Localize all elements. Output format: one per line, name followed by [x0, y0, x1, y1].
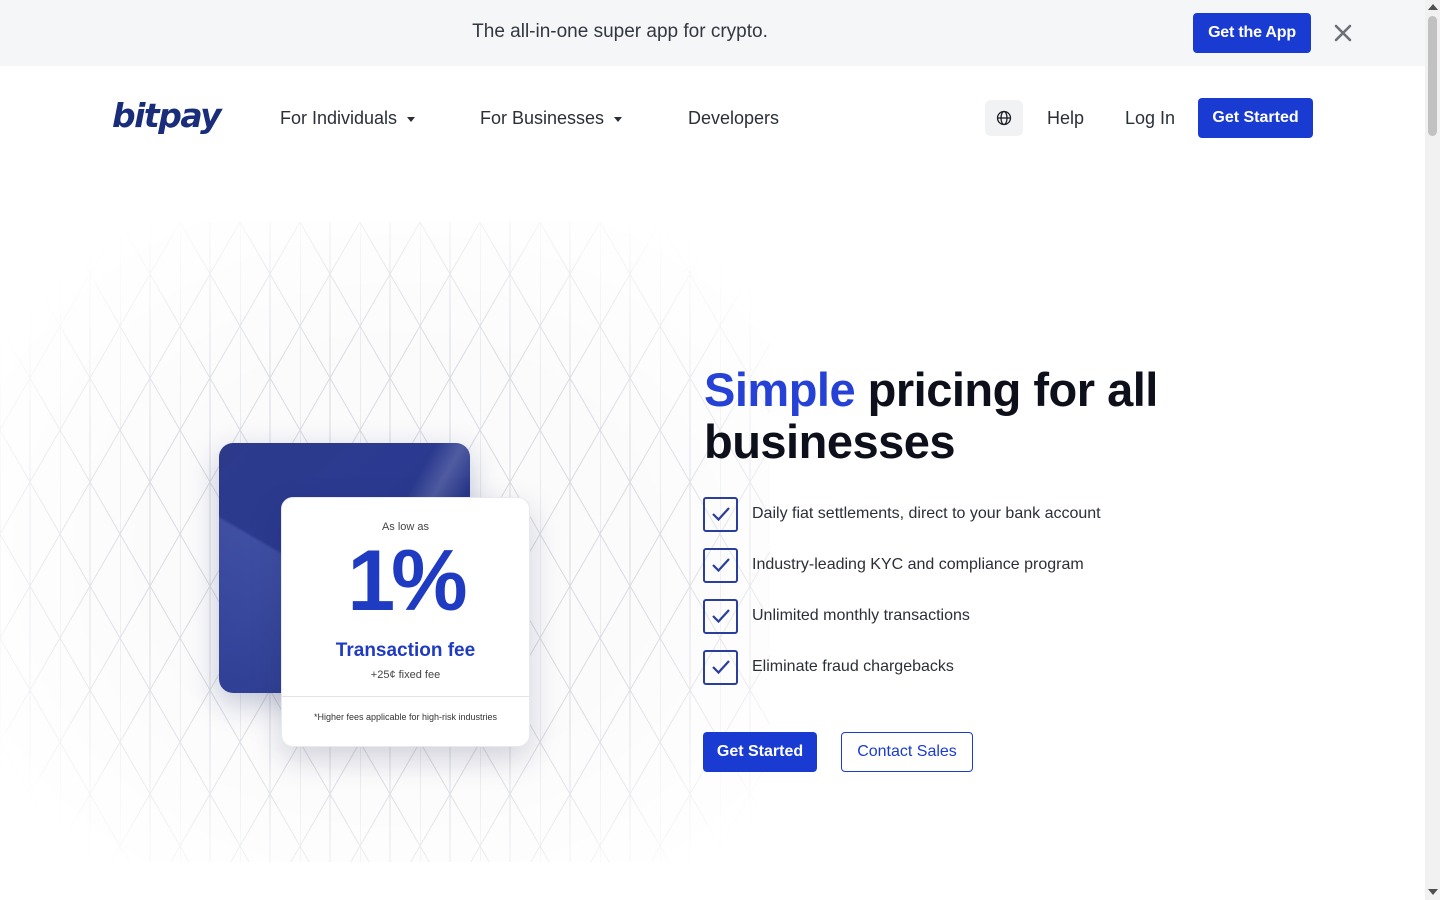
get-the-app-button[interactable]: Get the App [1193, 13, 1311, 53]
pricing-title: Transaction fee [335, 640, 476, 661]
list-item: Eliminate fraud chargebacks [703, 649, 1203, 685]
main-nav: bitpay For Individuals For Businesses De… [0, 66, 1425, 170]
nav-item-label: For Businesses [480, 108, 605, 128]
scroll-up-arrow-icon[interactable] [1428, 4, 1438, 10]
list-item: Unlimited monthly transactions [703, 598, 1203, 634]
checkmark-icon [703, 496, 738, 532]
promo-banner: The all-in-one super app for crypto. Get… [0, 0, 1425, 66]
nav-item-label: For Individuals [280, 108, 398, 128]
caret-down-icon [614, 117, 623, 122]
help-link[interactable]: Help [1047, 108, 1084, 129]
pricing-subtitle: +25¢ fixed fee [370, 669, 441, 681]
bitpay-logo[interactable]: bitpay [112, 96, 222, 135]
promo-text: The all-in-one super app for crypto. [472, 21, 768, 42]
feature-text: Unlimited monthly transactions [752, 607, 970, 624]
globe-icon [996, 110, 1012, 126]
pricing-card: As low as 1% Transaction fee +25¢ fixed … [281, 497, 530, 747]
checkmark-icon [703, 649, 738, 685]
hero-get-started-button[interactable]: Get Started [703, 732, 817, 772]
nav-item-label: Developers [688, 108, 780, 128]
page-scrollbar[interactable] [1425, 0, 1440, 900]
language-button[interactable] [985, 100, 1023, 136]
scroll-down-arrow-icon[interactable] [1428, 889, 1438, 895]
nav-item-for-individuals[interactable]: For Individuals [280, 108, 416, 129]
nav-get-started-button[interactable]: Get Started [1198, 98, 1313, 138]
feature-text: Daily fiat settlements, direct to your b… [752, 505, 1101, 522]
divider [282, 696, 529, 697]
hero-title: Simple pricing for all businesses [704, 364, 1224, 468]
feature-text: Eliminate fraud chargebacks [752, 658, 954, 675]
login-link[interactable]: Log In [1125, 108, 1175, 129]
checkmark-icon [703, 598, 738, 634]
nav-item-developers[interactable]: Developers [688, 108, 779, 129]
scrollbar-thumb[interactable] [1428, 16, 1437, 136]
close-icon[interactable] [1330, 20, 1356, 46]
pricing-note: *Higher fees applicable for high-risk in… [313, 712, 498, 722]
pricing-rate: 1% [347, 533, 467, 629]
pricing-eyebrow: As low as [381, 521, 430, 533]
contact-sales-button[interactable]: Contact Sales [841, 732, 973, 772]
feature-text: Industry-leading KYC and compliance prog… [752, 556, 1084, 573]
list-item: Industry-leading KYC and compliance prog… [703, 547, 1203, 583]
list-item: Daily fiat settlements, direct to your b… [703, 496, 1203, 532]
hero-title-accent: Simple [704, 363, 856, 416]
caret-down-icon [407, 117, 416, 122]
nav-item-for-businesses[interactable]: For Businesses [480, 108, 623, 129]
checkmark-icon [703, 547, 738, 583]
